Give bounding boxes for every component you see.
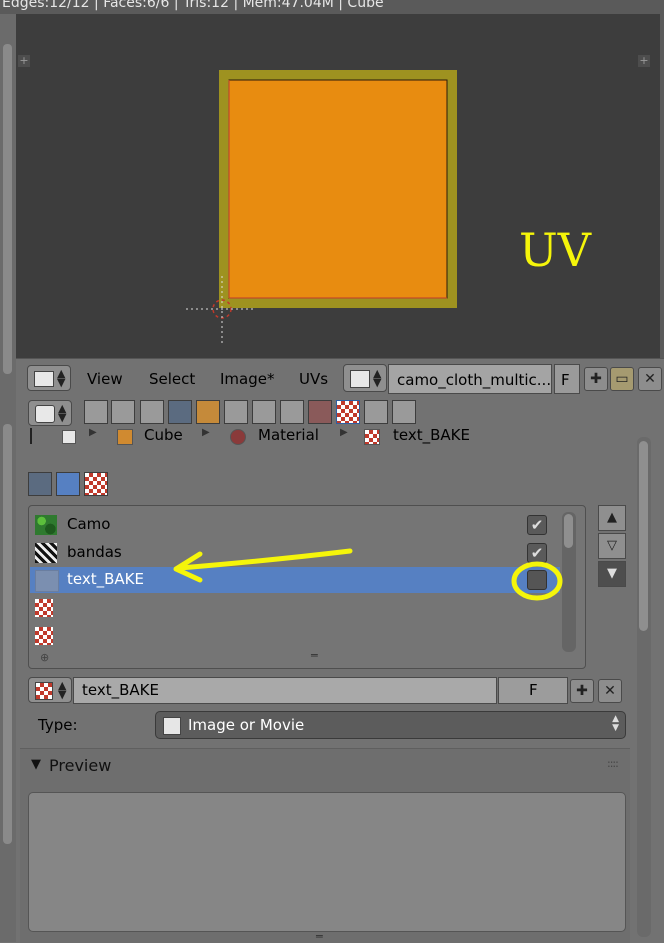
annotation-arrow-shaft — [177, 548, 353, 571]
annotation-circle — [511, 561, 563, 601]
annotation-overlay — [173, 548, 563, 601]
